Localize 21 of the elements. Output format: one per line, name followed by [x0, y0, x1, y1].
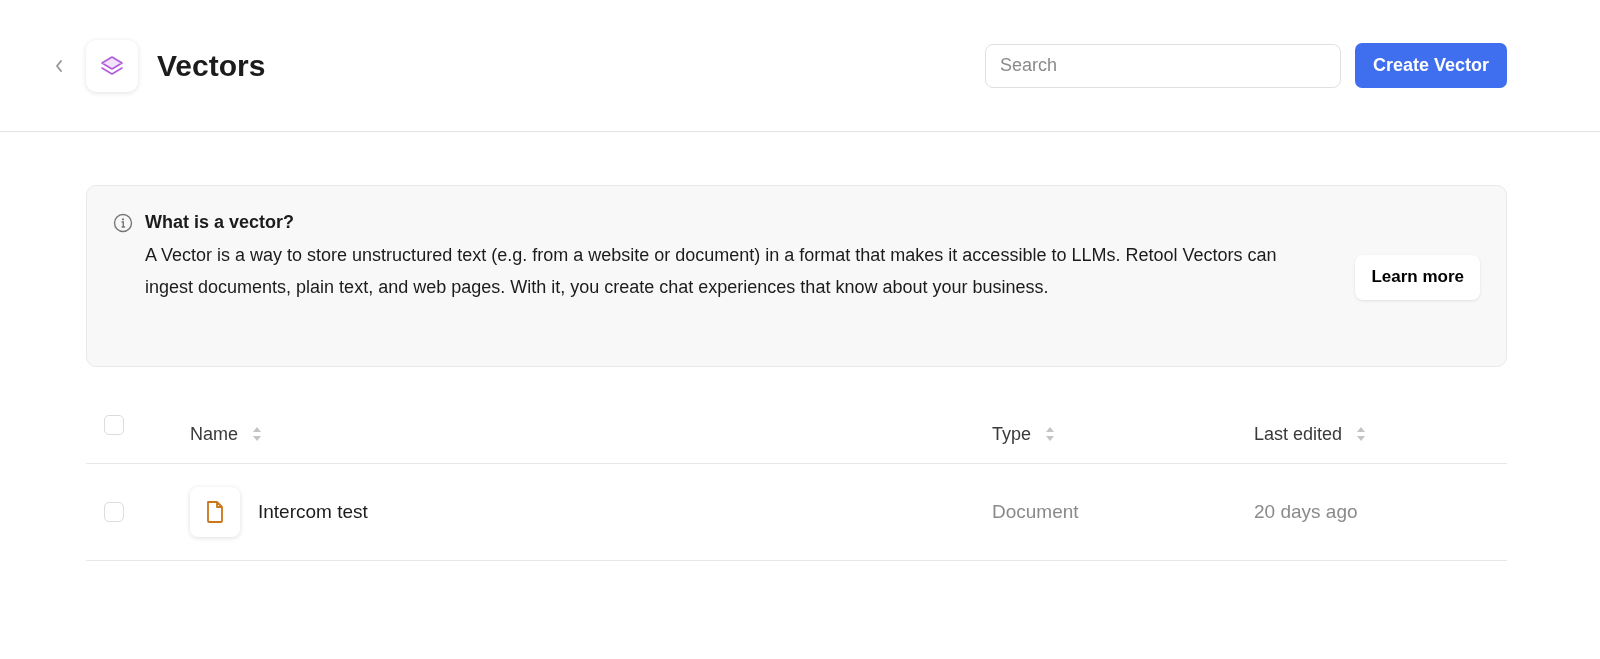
sort-icon[interactable] [1356, 426, 1367, 442]
layers-icon [86, 39, 138, 92]
page-title: Vectors [157, 48, 266, 83]
sort-icon[interactable] [252, 426, 262, 442]
column-header: Name [190, 423, 238, 445]
back-icon[interactable] [54, 58, 64, 73]
table-cell: 20 days ago [1254, 501, 1358, 522]
column-header: Type [992, 423, 1032, 445]
sort-icon[interactable] [1045, 426, 1056, 442]
checkbox[interactable] [104, 415, 124, 435]
learn-more-button[interactable]: Learn more [1355, 254, 1480, 300]
search-field[interactable]: Search [984, 43, 1341, 88]
info-description: A Vector is a way to store unstructured text (e.g. from a website or document) in a format that makes it accessible to LLMs. Retool Vectors can ingest documents, plain text, and web pages. With it, you create chat experiences that know about your business. [145, 244, 1278, 299]
create-vector-button[interactable]: Create Vector [1354, 43, 1507, 88]
table-cell: Intercom test [258, 501, 368, 523]
info-icon [113, 213, 133, 233]
info-title: What is a vector? [145, 212, 296, 233]
document-icon [190, 487, 240, 537]
column-header: Last edited [1254, 423, 1343, 445]
table-cell: Document [992, 501, 1079, 522]
checkbox[interactable] [104, 502, 124, 522]
